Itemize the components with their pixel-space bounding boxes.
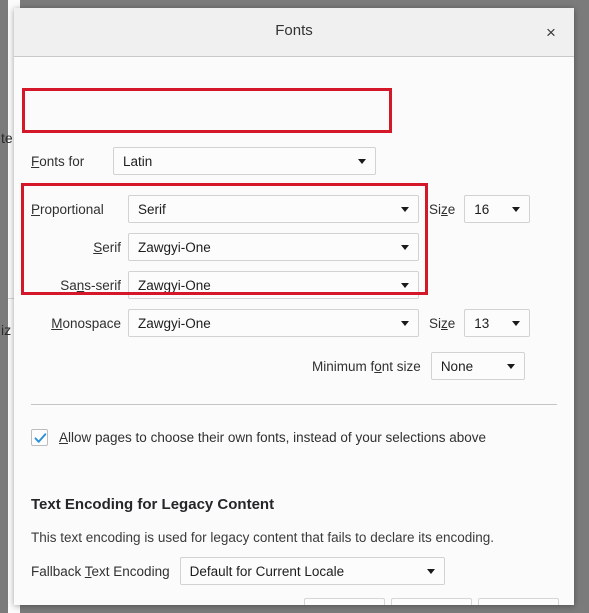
serif-label: Serif (93, 239, 121, 255)
check-icon (34, 433, 47, 443)
screen: te iz Fonts × Fonts for Latin Proportion… (0, 0, 589, 613)
background-text-fragment-top: te (1, 130, 13, 146)
dialog-titlebar: Fonts × (14, 8, 574, 57)
proportional-size-dropdown[interactable]: 16 (464, 195, 531, 223)
fonts-for-dropdown[interactable]: Latin (113, 147, 376, 175)
help-button[interactable]: Help (478, 598, 559, 605)
monospace-row: Monospace Zawgyi-One Size 13 (31, 309, 531, 337)
monospace-dropdown[interactable]: Zawgyi-One (128, 309, 419, 337)
text-encoding-description: This text encoding is used for legacy co… (31, 530, 495, 545)
fonts-for-row: Fonts for Latin (31, 147, 376, 175)
monospace-size-value: 13 (474, 315, 490, 331)
fallback-encoding-value: Default for Current Locale (189, 563, 345, 579)
allow-pages-row[interactable]: Allow pages to choose their own fonts, i… (31, 429, 486, 446)
fonts-dialog: Fonts × Fonts for Latin Proportional Ser… (14, 8, 574, 605)
chevron-down-icon (358, 159, 366, 164)
sans-serif-dropdown[interactable]: Zawgyi-One (128, 271, 419, 299)
sans-serif-value: Zawgyi-One (138, 277, 211, 293)
serif-row: Serif Zawgyi-One (31, 233, 419, 261)
serif-value: Zawgyi-One (138, 239, 211, 255)
minimum-font-size-value: None (440, 358, 474, 374)
chevron-down-icon (401, 283, 409, 288)
minimum-font-size-dropdown[interactable]: None (430, 352, 525, 380)
dialog-title: Fonts (275, 22, 313, 39)
chevron-down-icon (401, 207, 409, 212)
proportional-dropdown[interactable]: Serif (128, 195, 419, 223)
chevron-down-icon (506, 364, 515, 369)
fonts-for-value: Latin (123, 153, 153, 169)
sans-serif-label: Sans-serif (60, 277, 121, 293)
cancel-button[interactable]: Cancel (391, 598, 472, 605)
chevron-down-icon (401, 245, 409, 250)
monospace-size-dropdown[interactable]: 13 (464, 309, 531, 337)
proportional-size-label: Size (429, 201, 456, 217)
proportional-size-value: 16 (474, 201, 490, 217)
fallback-encoding-label: Fallback Text Encoding (31, 563, 170, 579)
monospace-size-label: Size (429, 315, 456, 331)
fallback-encoding-dropdown[interactable]: Default for Current Locale (179, 557, 445, 585)
proportional-label: Proportional (31, 201, 104, 217)
fallback-encoding-row: Fallback Text Encoding Default for Curre… (31, 557, 445, 585)
chevron-down-icon (512, 321, 521, 326)
sans-serif-row: Sans-serif Zawgyi-One (31, 271, 419, 299)
proportional-value: Serif (138, 201, 166, 217)
allow-pages-checkbox[interactable] (31, 429, 48, 446)
background-text-fragment-bottom: iz (1, 322, 12, 338)
minimum-font-size-label: Minimum font size (312, 358, 421, 374)
chevron-down-icon (512, 207, 521, 212)
fonts-for-label: Fonts for (31, 153, 85, 169)
close-icon[interactable]: × (534, 15, 568, 49)
chevron-down-icon (426, 569, 435, 574)
text-encoding-heading: Text Encoding for Legacy Content (31, 496, 275, 513)
minimum-font-size-row: Minimum font size None (312, 352, 525, 380)
allow-pages-label: Allow pages to choose their own fonts, i… (59, 430, 487, 445)
monospace-label: Monospace (51, 315, 121, 331)
section-divider (31, 404, 557, 405)
proportional-row: Proportional Serif Size 16 (31, 195, 531, 223)
chevron-down-icon (401, 321, 409, 326)
serif-dropdown[interactable]: Zawgyi-One (128, 233, 419, 261)
monospace-value: Zawgyi-One (138, 315, 211, 331)
ok-button[interactable]: OK (304, 598, 385, 605)
